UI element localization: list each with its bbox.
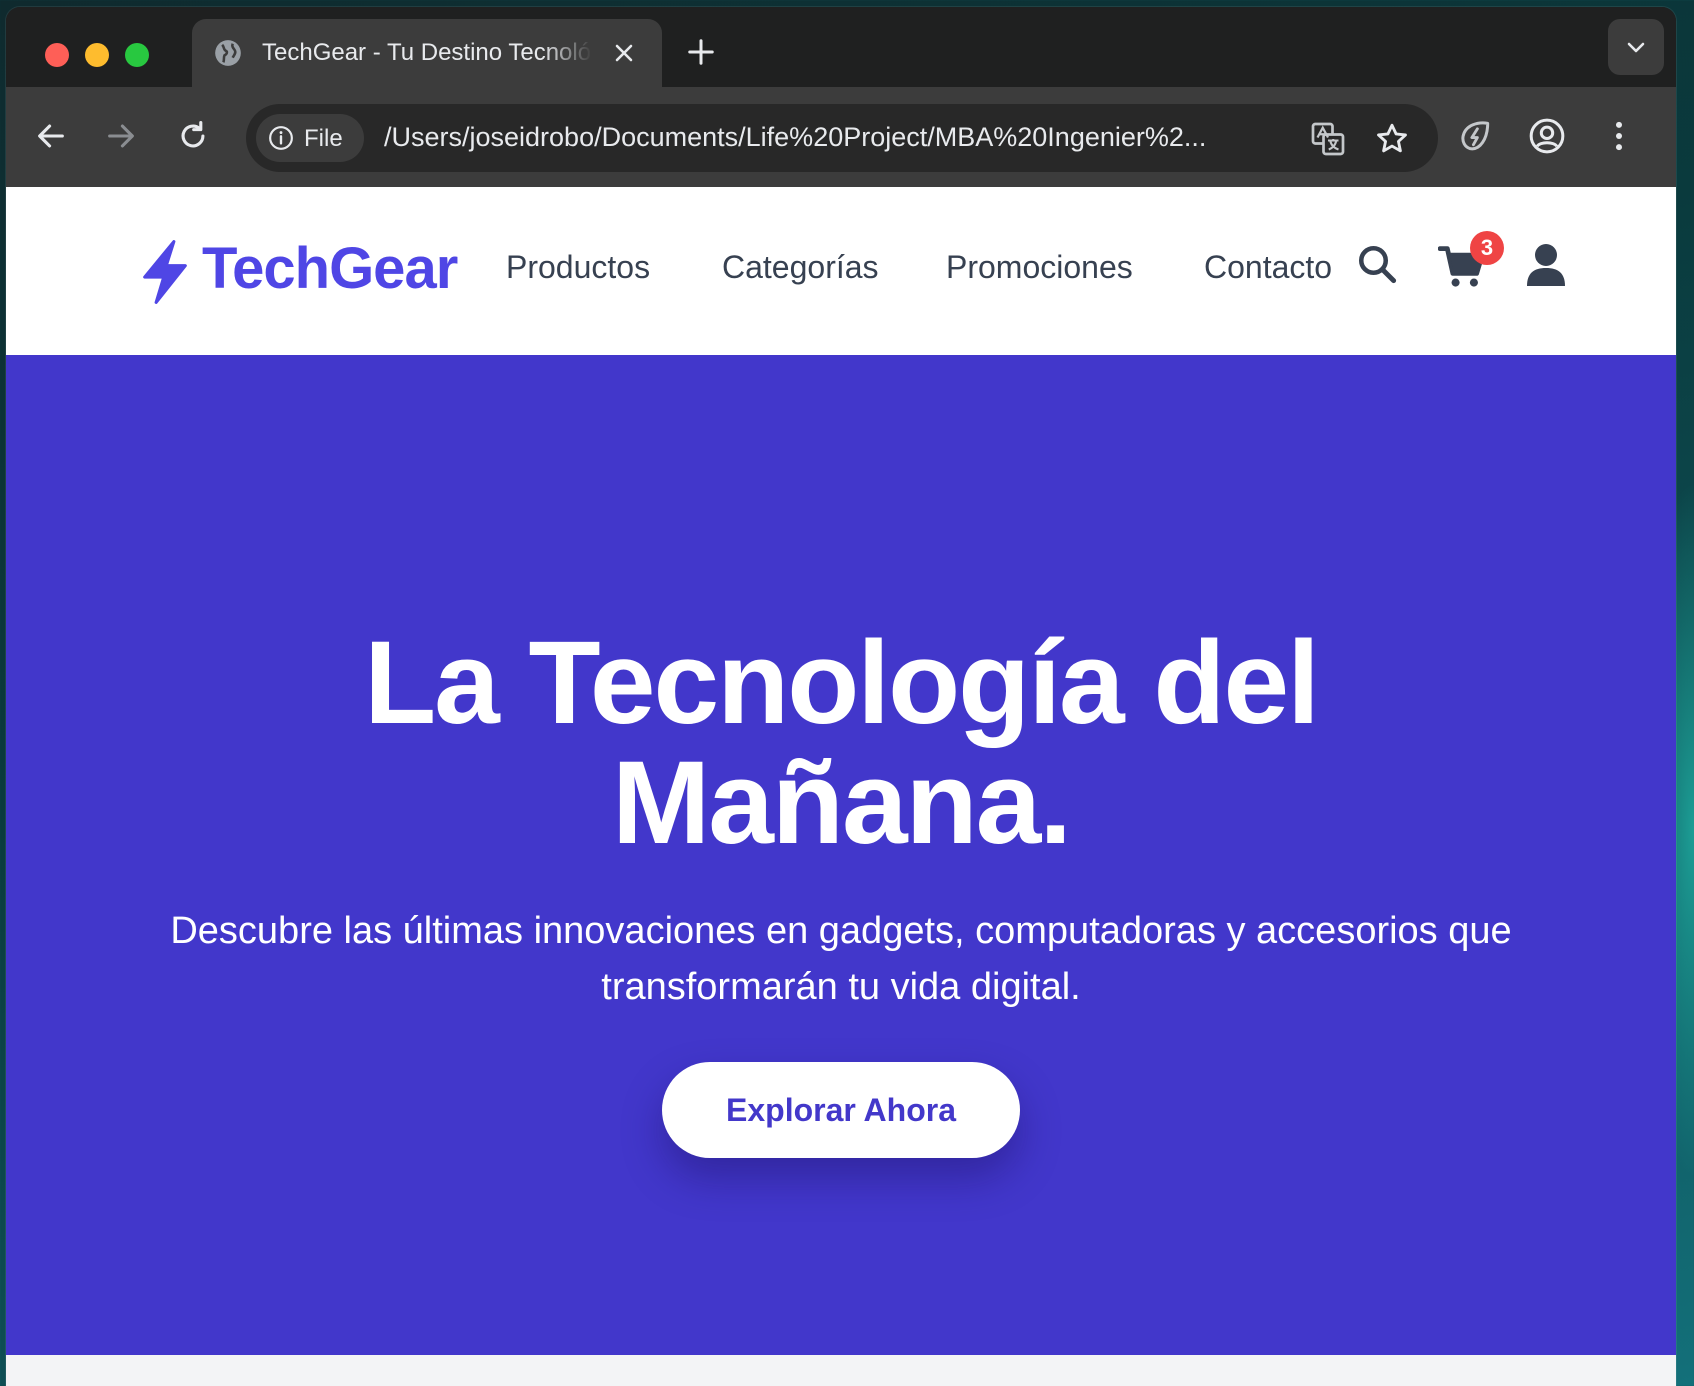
translate-icon[interactable]	[1310, 121, 1346, 157]
maximize-window-button[interactable]	[125, 43, 149, 67]
next-section	[6, 1355, 1676, 1386]
tab-search-button[interactable]	[1608, 19, 1664, 75]
more-menu-icon[interactable]	[1600, 117, 1638, 155]
hero-subtitle: Descubre las últimas innovaciones en gad…	[126, 903, 1556, 1015]
tab-strip: TechGear - Tu Destino Tecnológico	[6, 7, 1676, 87]
search-icon[interactable]	[1356, 243, 1398, 285]
site-header: TechGear Productos Categorías Promocione…	[6, 187, 1676, 355]
back-arrow-icon[interactable]	[34, 119, 68, 153]
active-tab[interactable]: TechGear - Tu Destino Tecnológico	[192, 19, 662, 87]
cart-count-badge: 3	[1470, 231, 1504, 265]
nav-link-categorias[interactable]: Categorías	[722, 249, 879, 286]
forward-arrow-icon[interactable]	[104, 119, 138, 153]
hero-subtitle-line-1: Descubre las últimas innovaciones en gad…	[170, 910, 1512, 952]
close-tab-icon[interactable]	[612, 41, 636, 65]
close-window-button[interactable]	[45, 43, 69, 67]
new-tab-icon[interactable]	[686, 37, 716, 67]
hero-title-line-2: Mañana.	[611, 737, 1072, 869]
reload-icon[interactable]	[176, 119, 210, 153]
chevron-down-icon	[1627, 42, 1645, 53]
nav-link-promociones[interactable]: Promociones	[946, 249, 1133, 286]
nav-link-contacto[interactable]: Contacto	[1204, 249, 1332, 286]
hero-subtitle-line-2: transformarán tu vida digital.	[601, 966, 1081, 1008]
bookmark-star-icon[interactable]	[1374, 121, 1410, 157]
lightning-bolt-icon	[143, 240, 187, 304]
hero-title: La Tecnología del Mañana.	[106, 623, 1576, 863]
globe-icon	[215, 40, 241, 66]
browser-toolbar: File /Users/joseidrobo/Documents/Life%20…	[6, 87, 1676, 187]
hero-section: La Tecnología del Mañana. Descubre las ú…	[6, 355, 1676, 1355]
profile-icon[interactable]	[1528, 117, 1566, 155]
extension-bolt-icon[interactable]	[1456, 117, 1494, 155]
site-chip-label: File	[304, 125, 343, 152]
address-bar[interactable]: File /Users/joseidrobo/Documents/Life%20…	[246, 104, 1438, 172]
explore-now-button[interactable]: Explorar Ahora	[662, 1062, 1020, 1158]
info-icon	[269, 126, 293, 150]
site-info-chip[interactable]: File	[256, 114, 364, 162]
url-text[interactable]: /Users/joseidrobo/Documents/Life%20Proje…	[384, 122, 1294, 156]
web-page: TechGear Productos Categorías Promocione…	[6, 187, 1676, 1386]
minimize-window-button[interactable]	[85, 43, 109, 67]
hero-title-line-1: La Tecnología del	[364, 617, 1320, 749]
tab-title: TechGear - Tu Destino Tecnológico	[262, 39, 592, 66]
user-icon[interactable]	[1526, 243, 1566, 287]
site-logo[interactable]: TechGear	[202, 235, 458, 302]
nav-link-productos[interactable]: Productos	[506, 249, 650, 286]
browser-window: TechGear - Tu Destino Tecnológico	[6, 7, 1676, 1386]
